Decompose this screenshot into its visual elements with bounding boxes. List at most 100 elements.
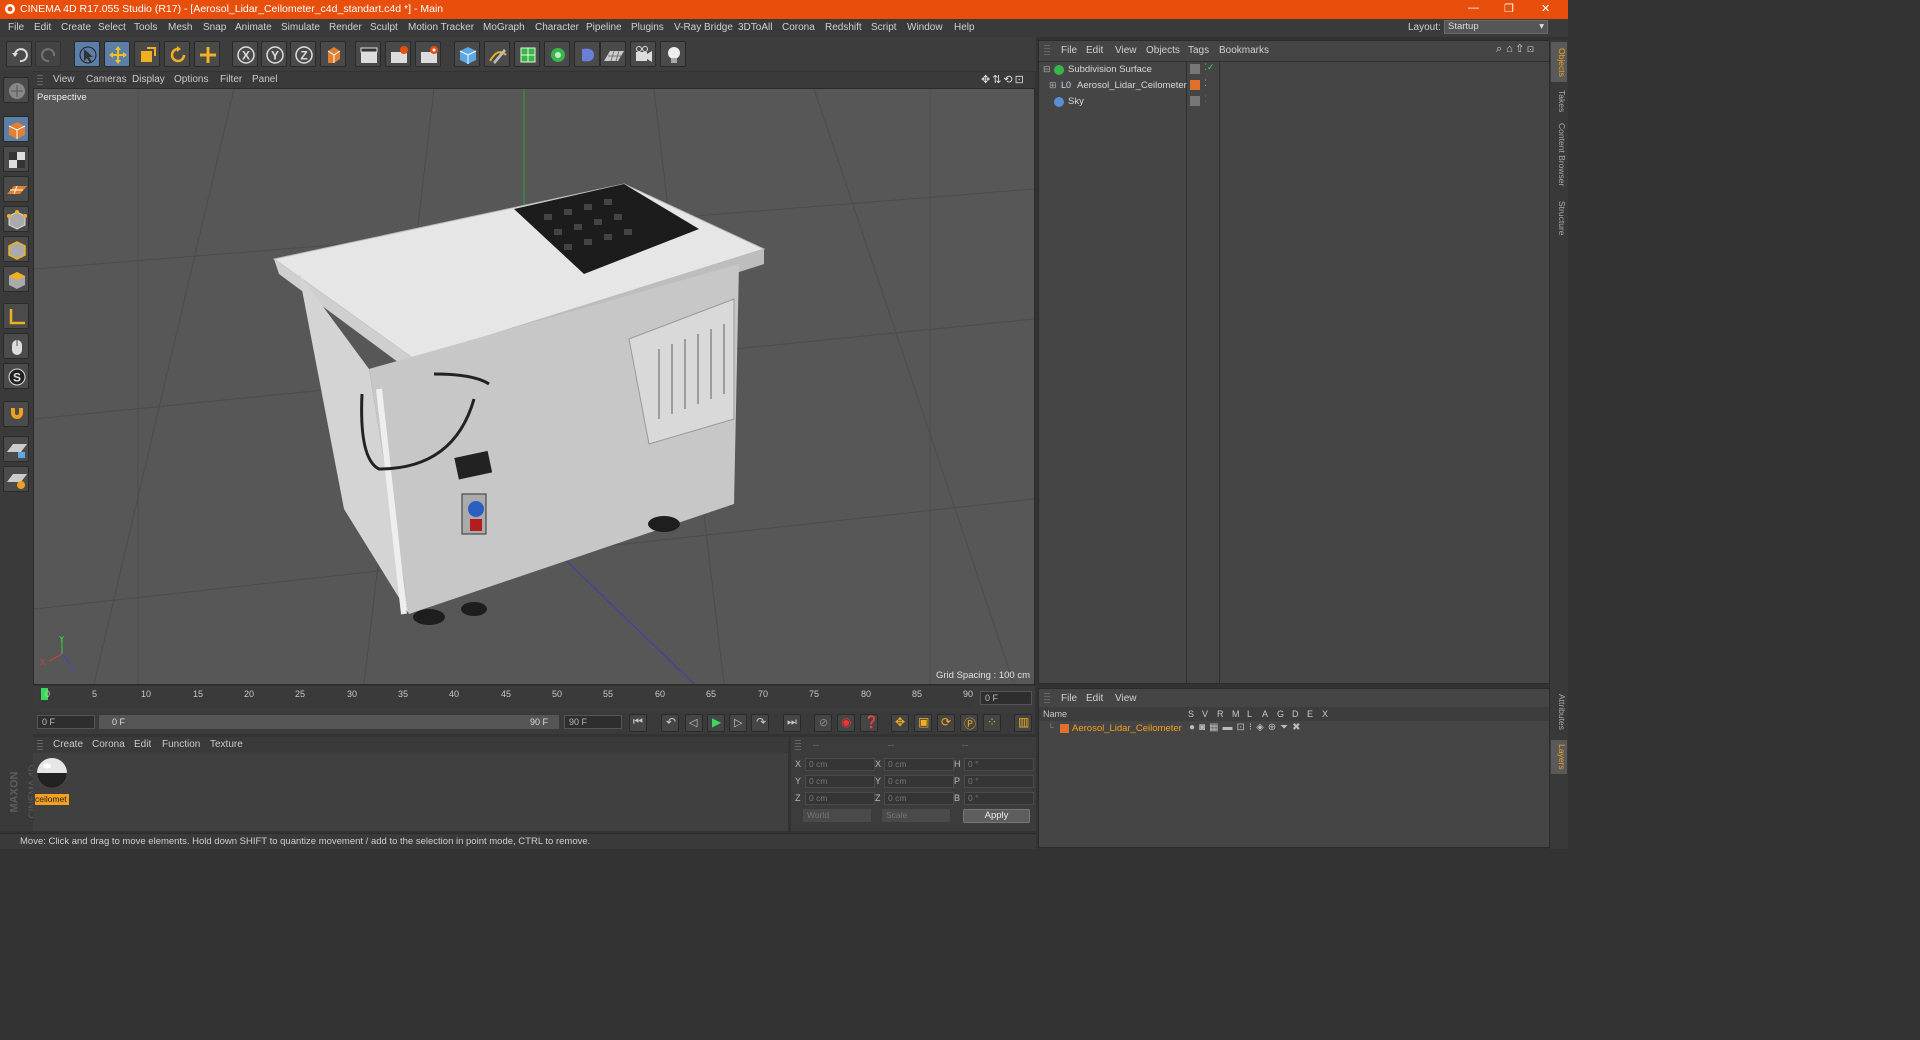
size-z-field[interactable]: 0 cm <box>884 792 954 805</box>
scale-tool-button[interactable] <box>134 41 160 67</box>
menu-file[interactable]: File <box>8 22 24 33</box>
panel-grip[interactable] <box>795 740 801 750</box>
position-x-field[interactable]: 0 cm <box>805 758 875 771</box>
y-axis-lock-button[interactable]: Y <box>261 41 287 67</box>
live-selection-button[interactable] <box>74 41 100 67</box>
x-axis-lock-button[interactable]: X <box>232 41 258 67</box>
menu-character[interactable]: Character <box>535 22 579 33</box>
menu-simulate[interactable]: Simulate <box>281 22 320 33</box>
col-l[interactable]: L <box>1247 709 1252 719</box>
material-menu-function[interactable]: Function <box>162 739 200 750</box>
key-scale-button[interactable]: ▣ <box>914 714 932 732</box>
objects-menu-edit[interactable]: Edit <box>1086 45 1103 56</box>
viewport-menu-options[interactable]: Options <box>174 74 208 85</box>
tab-objects[interactable]: Objects <box>1551 42 1567 82</box>
key-position-button[interactable]: ✥ <box>891 714 909 732</box>
end-frame-field[interactable]: 90 F <box>564 715 622 729</box>
objects-menu-objects[interactable]: Objects <box>1146 45 1180 56</box>
frame-range-slider[interactable]: 0 F 90 F <box>99 715 559 729</box>
layer-color-swatch[interactable] <box>1060 724 1069 733</box>
layout-dropdown[interactable]: Startup ▾ <box>1444 20 1548 34</box>
viewport-menu-panel[interactable]: Panel <box>252 74 278 85</box>
point-mode-button[interactable] <box>3 206 29 232</box>
enable-axis-button[interactable] <box>3 303 29 329</box>
viewport-perspective[interactable]: Y X Z Perspective Grid Spacing : 100 cm <box>33 88 1035 685</box>
object-row-subdivision[interactable]: ⊟ Subdivision Surface ⁚✓ <box>1039 62 1549 78</box>
add-nurbs-button[interactable] <box>514 41 540 67</box>
add-deformer-button[interactable] <box>574 41 600 67</box>
coordinate-system-button[interactable] <box>320 41 346 67</box>
apply-button[interactable]: Apply <box>963 809 1030 823</box>
material-menu-edit[interactable]: Edit <box>134 739 151 750</box>
visibility-dots-icon[interactable]: ⁚ <box>1204 78 1207 89</box>
add-cube-button[interactable] <box>454 41 480 67</box>
timeline-ruler[interactable]: 0 5 10 15 20 25 30 35 40 45 50 60 55 65 … <box>33 686 1035 712</box>
add-mograph-cloner-button[interactable] <box>544 41 570 67</box>
magnet-tool-button[interactable] <box>3 401 29 427</box>
menu-render[interactable]: Render <box>329 22 362 33</box>
render-view-button[interactable] <box>355 41 381 67</box>
tab-layers[interactable]: Layers <box>1551 740 1567 774</box>
tab-takes[interactable]: Takes <box>1551 86 1567 116</box>
step-back-button[interactable]: ◁ <box>685 714 703 732</box>
menu-pipeline[interactable]: Pipeline <box>586 22 622 33</box>
menu-help[interactable]: Help <box>954 22 975 33</box>
object-row-sky[interactable]: Sky ⁚ <box>1039 94 1549 110</box>
redo-button[interactable] <box>35 41 61 67</box>
keyframe-selection-button[interactable]: ⊘ <box>814 714 832 732</box>
grid-snap-button[interactable] <box>3 466 29 492</box>
workplane-mode-button[interactable] <box>3 176 29 202</box>
menu-animate[interactable]: Animate <box>235 22 272 33</box>
render-region-button[interactable] <box>385 41 411 67</box>
position-y-field[interactable]: 0 cm <box>805 775 875 788</box>
goto-start-button[interactable]: ⏮ <box>629 714 647 732</box>
add-spline-pen-button[interactable] <box>484 41 510 67</box>
panel-grip[interactable] <box>37 75 43 85</box>
panel-grip[interactable] <box>1044 45 1050 55</box>
objects-toolbar-icons[interactable]: ⌕⌂⇧⊡ <box>1496 43 1538 56</box>
add-camera-button[interactable] <box>630 41 656 67</box>
key-pla-button[interactable]: ⁘ <box>983 714 1001 732</box>
add-floor-button[interactable] <box>600 41 626 67</box>
menu-mesh[interactable]: Mesh <box>168 22 192 33</box>
start-frame-field[interactable]: 0 F <box>37 715 95 729</box>
tab-structure[interactable]: Structure <box>1551 196 1567 240</box>
menu-edit[interactable]: Edit <box>34 22 51 33</box>
goto-previous-key-button[interactable]: ↶ <box>661 714 679 732</box>
visibility-dots-icon[interactable]: ⁚ <box>1204 94 1207 105</box>
rotation-h-field[interactable]: 0 ° <box>964 758 1034 771</box>
add-light-button[interactable] <box>660 41 686 67</box>
maximize-button[interactable]: ❐ <box>1504 2 1514 15</box>
col-s[interactable]: S <box>1188 709 1194 719</box>
col-r[interactable]: R <box>1217 709 1224 719</box>
layers-menu-edit[interactable]: Edit <box>1086 693 1103 704</box>
objects-menu-file[interactable]: File <box>1061 45 1077 56</box>
layer-tag-icon[interactable] <box>1190 64 1200 74</box>
col-x[interactable]: X <box>1322 709 1328 719</box>
layer-tag-icon[interactable] <box>1190 96 1200 106</box>
objects-menu-bookmarks[interactable]: Bookmarks <box>1219 45 1269 56</box>
record-button[interactable]: ◉ <box>837 714 855 732</box>
material-swatch[interactable]: ceilomet <box>35 756 69 805</box>
goto-end-button[interactable]: ⏭ <box>783 714 801 732</box>
menu-vray-bridge[interactable]: V-Ray Bridge <box>674 22 733 33</box>
menu-corona[interactable]: Corona <box>782 22 815 33</box>
menu-select[interactable]: Select <box>98 22 126 33</box>
material-menu-texture[interactable]: Texture <box>210 739 243 750</box>
z-axis-lock-button[interactable]: Z <box>290 41 316 67</box>
layer-row[interactable]: └ Aerosol_Lidar_Ceilometer ●◙▦▬⊡⁝◈⊕⏷✖ <box>1039 722 1549 736</box>
col-e[interactable]: E <box>1307 709 1313 719</box>
menu-tools[interactable]: Tools <box>134 22 157 33</box>
menu-script[interactable]: Script <box>871 22 897 33</box>
key-rotation-button[interactable]: ⟳ <box>937 714 955 732</box>
menu-motion-tracker[interactable]: Motion Tracker <box>408 22 474 33</box>
menu-create[interactable]: Create <box>61 22 91 33</box>
menu-snap[interactable]: Snap <box>203 22 226 33</box>
menu-3dtoall[interactable]: 3DToAll <box>738 22 772 33</box>
viewport-menu-cameras[interactable]: Cameras <box>86 74 127 85</box>
layer-toggle-icons[interactable]: ●◙▦▬⊡⁝◈⊕⏷✖ <box>1189 722 1305 733</box>
model-mode-button[interactable] <box>3 116 29 142</box>
col-g[interactable]: G <box>1277 709 1284 719</box>
snapping-button[interactable]: S <box>3 363 29 389</box>
viewport-menu-display[interactable]: Display <box>132 74 165 85</box>
